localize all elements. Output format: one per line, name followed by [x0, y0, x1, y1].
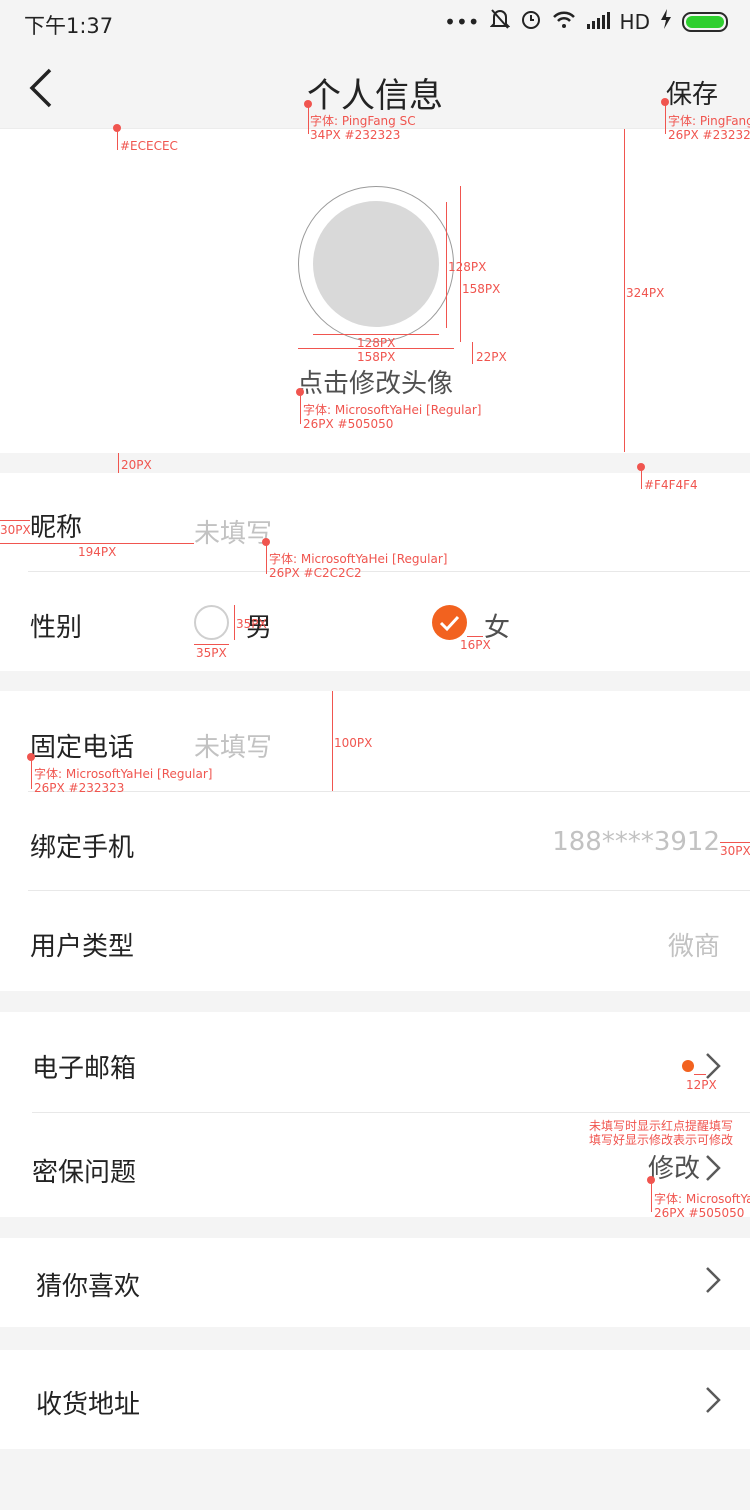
charging-icon — [660, 9, 672, 34]
annotation-text: 30PX — [720, 844, 750, 858]
annotation-line — [117, 130, 118, 150]
more-dots-icon: ••• — [444, 9, 480, 34]
avatar-caption[interactable]: 点击修改头像 — [0, 363, 750, 400]
landline-input[interactable]: 未填写 — [194, 727, 272, 764]
annotation-text: 35PX — [196, 646, 227, 660]
chevron-right-icon — [704, 1266, 722, 1298]
gender-female-radio[interactable] — [432, 605, 467, 640]
annotation-text: 100PX — [334, 736, 373, 750]
red-dot-badge — [682, 1060, 694, 1072]
chevron-right-icon — [704, 1386, 722, 1418]
annotation-text: 字体: MicrosoftYa — [654, 1192, 750, 1206]
annotation-text: 26PX #505050 — [303, 417, 394, 431]
annotation-line — [694, 1074, 706, 1075]
phone-label: 绑定手机 — [30, 833, 135, 863]
annotation-text: 158PX — [462, 282, 501, 296]
guess-label: 猜你喜欢 — [36, 1272, 141, 1302]
security-section: 电子邮箱 密保问题 修改 — [0, 1012, 750, 1217]
annotation-text: 34PX #232323 — [310, 128, 401, 142]
annotation-text: 字体: MicrosoftYaHei [Regular] — [269, 552, 448, 566]
annotation-line — [194, 644, 229, 645]
annotation-text: 158PX — [357, 350, 396, 364]
security-question-label: 密保问题 — [32, 1158, 137, 1188]
gender-male-radio[interactable] — [194, 605, 229, 640]
annotation-text: 20PX — [121, 458, 152, 472]
annotation-line — [460, 186, 461, 342]
annotation-line — [313, 334, 439, 335]
annotation-text: 324PX — [626, 286, 665, 300]
annotation-line — [472, 342, 473, 364]
annotation-line — [651, 1182, 652, 1212]
mute-bell-icon — [489, 8, 510, 35]
annotation-text: 22PX — [476, 350, 507, 364]
annotation-line — [308, 106, 309, 134]
annotation-line — [31, 759, 32, 789]
network-type: HD — [619, 9, 650, 34]
chevron-right-icon — [704, 1154, 722, 1186]
email-label: 电子邮箱 — [32, 1054, 137, 1084]
annotation-text: 26PX #232323 — [34, 781, 125, 795]
annotation-line — [266, 544, 267, 574]
gender-label: 性别 — [30, 613, 83, 643]
annotation-line — [300, 394, 301, 424]
nickname-input[interactable]: 未填写 — [194, 513, 272, 550]
annotation-note: 填写好显示修改表示可修改 — [589, 1133, 734, 1147]
annotation-text: 26PX #C2C2C2 — [269, 566, 362, 580]
annotation-text: 16PX — [460, 638, 491, 652]
annotation-text: #F4F4F4 — [644, 478, 698, 492]
annotation-note: 未填写时显示红点提醒填写 — [589, 1119, 734, 1133]
check-icon — [439, 615, 460, 632]
annotation-line — [720, 842, 750, 843]
annotation-text: 字体: MicrosoftYaHei [Regular] — [303, 403, 482, 417]
save-button[interactable]: 保存 — [666, 74, 718, 111]
annotation-text: 30PX — [0, 523, 31, 537]
annotation-text: #ECECEC — [120, 139, 178, 153]
annotation-text: 字体: PingFang SC — [310, 114, 416, 128]
annotation-line — [641, 469, 642, 489]
annotation-line — [665, 104, 666, 134]
signal-icon — [586, 10, 610, 34]
contact-section: 固定电话 未填写 绑定手机 188****3912 用户类型 微商 — [0, 691, 750, 991]
usertype-label: 用户类型 — [30, 932, 135, 962]
address-row[interactable]: 收货地址 — [0, 1350, 750, 1449]
annotation-text: 194PX — [78, 545, 117, 559]
page-title: 个人信息 — [307, 76, 443, 116]
battery-icon — [682, 11, 728, 32]
profile-section: 昵称 未填写 性别 男 女 — [0, 473, 750, 671]
annotation-line — [298, 348, 454, 349]
annotation-line — [118, 453, 119, 473]
divider — [28, 890, 750, 891]
annotation-line — [624, 129, 625, 452]
modify-button[interactable]: 修改 — [648, 1148, 700, 1185]
phone-value[interactable]: 188****3912 — [552, 827, 720, 857]
wifi-icon — [552, 10, 576, 34]
address-label: 收货地址 — [36, 1390, 141, 1420]
annotation-text: 35PX — [236, 617, 267, 631]
divider — [28, 791, 750, 792]
usertype-value: 微商 — [667, 932, 720, 962]
status-time: 下午1:37 — [24, 14, 114, 38]
annotation-line — [234, 605, 235, 640]
annotation-text: 12PX — [686, 1078, 717, 1092]
divider — [28, 571, 750, 572]
guess-row[interactable]: 猜你喜欢 — [0, 1238, 750, 1327]
annotation-text: 字体: MicrosoftYaHei [Regular] — [34, 767, 213, 781]
alarm-icon — [520, 8, 542, 35]
annotation-line — [446, 202, 447, 328]
status-icons: ••• HD — [444, 8, 728, 35]
battery-fill — [686, 15, 724, 28]
annotation-line — [467, 636, 483, 637]
annotation-text: 26PX #232323 — [668, 128, 750, 142]
annotation-text: 字体: PingFang — [668, 114, 750, 128]
avatar — [313, 201, 439, 327]
annotation-line — [0, 520, 30, 521]
annotation-text: 26PX #505050 — [654, 1206, 745, 1220]
landline-label: 固定电话 — [30, 733, 135, 763]
annotation-line — [0, 543, 194, 544]
avatar-button[interactable] — [298, 186, 454, 342]
annotation-text: 128PX — [448, 260, 487, 274]
nickname-label: 昵称 — [30, 513, 83, 543]
annotation-line — [332, 691, 333, 791]
status-bar: 下午1:37 ••• HD — [0, 0, 750, 46]
